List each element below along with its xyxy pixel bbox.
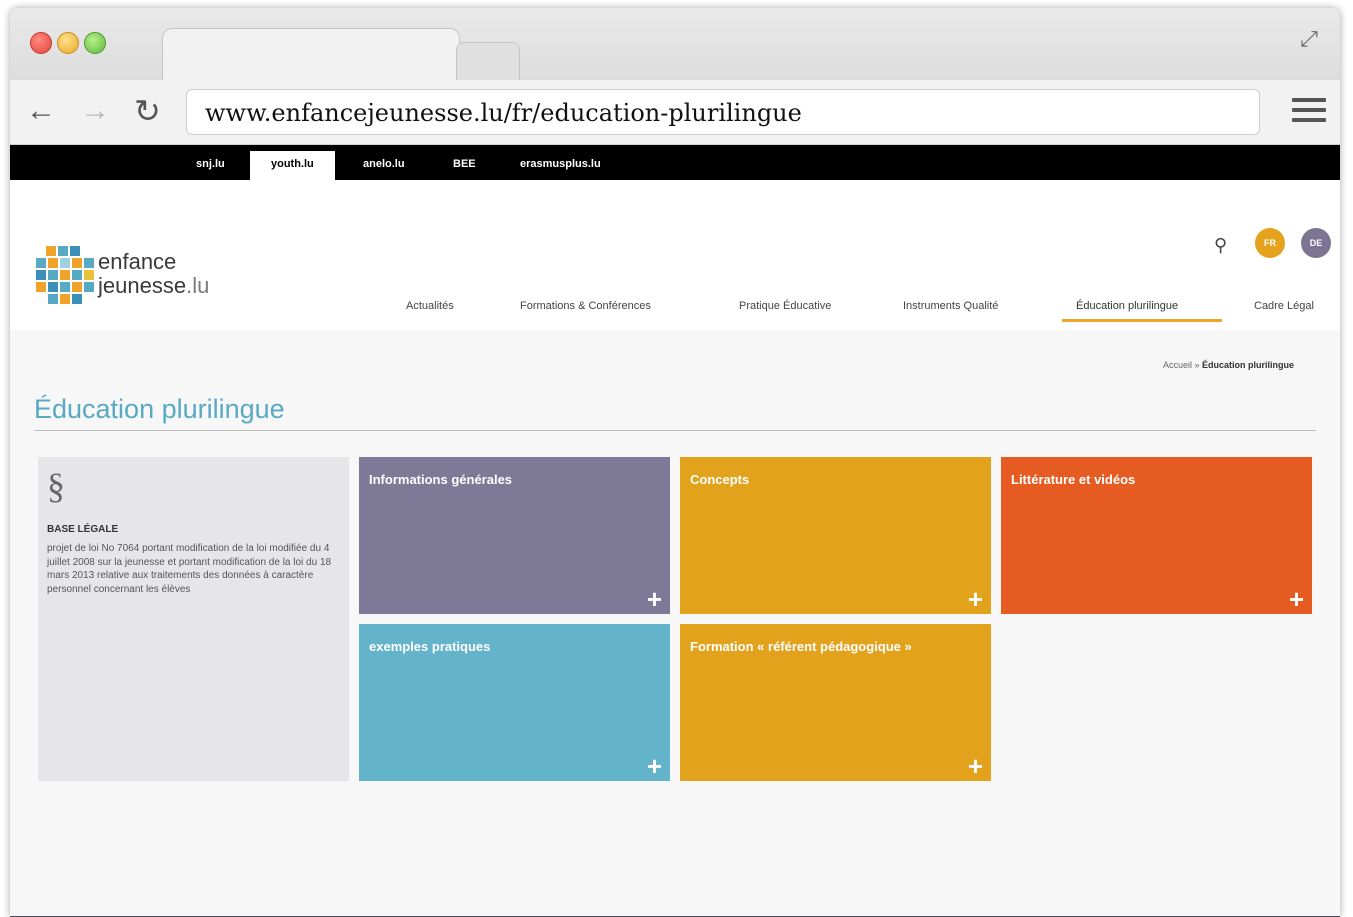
- language-de-button[interactable]: DE: [1301, 228, 1331, 258]
- logo-line-1: enfance: [98, 249, 177, 274]
- arrow-left-icon[interactable]: ←: [26, 96, 56, 126]
- plus-icon[interactable]: +: [968, 586, 983, 612]
- browser-window: ⤢ ← → ↻ www.enfancejeunesse.lu/fr/educat…: [10, 8, 1340, 917]
- breadcrumb-home[interactable]: Accueil: [1163, 360, 1192, 370]
- tile-formation-referent[interactable]: Formation « référent pédagogique » +: [680, 624, 991, 781]
- nav-item-actualites[interactable]: Actualités: [406, 300, 454, 312]
- title-divider: [34, 430, 1316, 431]
- browser-tab-active[interactable]: [162, 28, 460, 81]
- address-bar[interactable]: www.enfancejeunesse.lu/fr/education-plur…: [186, 89, 1260, 135]
- tile-concepts[interactable]: Concepts +: [680, 457, 991, 614]
- tile-exemples-pratiques[interactable]: exemples pratiques +: [359, 624, 670, 781]
- logo-suffix: .lu: [186, 273, 210, 298]
- site-logo-text[interactable]: enfance jeunesse.lu: [98, 250, 209, 298]
- logo-cube-icon[interactable]: [32, 244, 98, 310]
- tile-litterature-videos[interactable]: Littérature et vidéos +: [1001, 457, 1312, 614]
- plus-icon[interactable]: +: [647, 753, 662, 779]
- browser-toolbar: ← → ↻ www.enfancejeunesse.lu/fr/educatio…: [10, 80, 1340, 144]
- search-icon[interactable]: ⚲: [1214, 235, 1227, 256]
- page-title: Éducation plurilingue: [34, 394, 285, 424]
- minimize-window-button[interactable]: [57, 32, 79, 54]
- arrow-right-icon[interactable]: →: [80, 96, 110, 126]
- site-header: enfance jeunesse.lu ⚲ FR DE Actualités F…: [10, 180, 1340, 330]
- hamburger-icon[interactable]: [1292, 98, 1326, 124]
- close-window-button[interactable]: [30, 32, 52, 54]
- new-tab-button[interactable]: [456, 42, 520, 81]
- tile-label: Littérature et vidéos: [1011, 472, 1136, 487]
- nav-item-cadre-legal[interactable]: Cadre Légal: [1254, 300, 1314, 312]
- page-content: Accueil » Éducation plurilingue Éducatio…: [10, 330, 1340, 917]
- legal-basis-label: BASE LÉGALE: [47, 524, 119, 535]
- zoom-window-button[interactable]: [84, 32, 106, 54]
- tile-label: exemples pratiques: [369, 639, 491, 654]
- tile-label: Concepts: [690, 472, 750, 487]
- tile-informations-generales[interactable]: Informations générales +: [359, 457, 670, 614]
- plus-icon[interactable]: +: [968, 753, 983, 779]
- plus-icon[interactable]: +: [1289, 586, 1304, 612]
- breadcrumb: Accueil » Éducation plurilingue: [1163, 360, 1294, 370]
- nav-item-formations[interactable]: Formations & Conférences: [520, 300, 651, 312]
- nav-item-education-plurilingue[interactable]: Éducation plurilingue: [1076, 300, 1178, 312]
- reload-icon[interactable]: ↻: [134, 95, 161, 127]
- nav-item-instruments[interactable]: Instruments Qualité: [903, 300, 998, 312]
- language-fr-button[interactable]: FR: [1255, 228, 1285, 258]
- legal-basis-text: projet de loi No 7064 portant modificati…: [47, 543, 332, 595]
- expand-icon[interactable]: ⤢: [1296, 26, 1322, 52]
- network-topbar: snj.lu youth.lu anelo.lu BEE erasmusplus…: [10, 145, 1340, 180]
- paragraph-icon: §: [47, 466, 65, 506]
- nav-item-pratique[interactable]: Pratique Éducative: [739, 300, 831, 312]
- nav-active-underline: [1062, 319, 1222, 322]
- topbar-link-youth[interactable]: youth.lu: [250, 151, 335, 180]
- breadcrumb-current: Éducation plurilingue: [1202, 360, 1294, 370]
- legal-basis-box: § BASE LÉGALE projet de loi No 7064 port…: [38, 457, 349, 781]
- topbar-link-bee[interactable]: BEE: [445, 153, 484, 180]
- tile-label: Informations générales: [369, 472, 513, 487]
- page-viewport: snj.lu youth.lu anelo.lu BEE erasmusplus…: [10, 145, 1340, 917]
- topbar-link-erasmusplus[interactable]: erasmusplus.lu: [512, 153, 609, 180]
- plus-icon[interactable]: +: [647, 586, 662, 612]
- tile-label: Formation « référent pédagogique »: [690, 639, 912, 654]
- browser-chrome: ⤢ ← → ↻ www.enfancejeunesse.lu/fr/educat…: [10, 8, 1340, 146]
- topbar-link-anelo[interactable]: anelo.lu: [355, 153, 413, 180]
- breadcrumb-separator: »: [1191, 360, 1202, 370]
- logo-line-2: jeunesse: [98, 273, 187, 298]
- topbar-link-snj[interactable]: snj.lu: [188, 153, 233, 180]
